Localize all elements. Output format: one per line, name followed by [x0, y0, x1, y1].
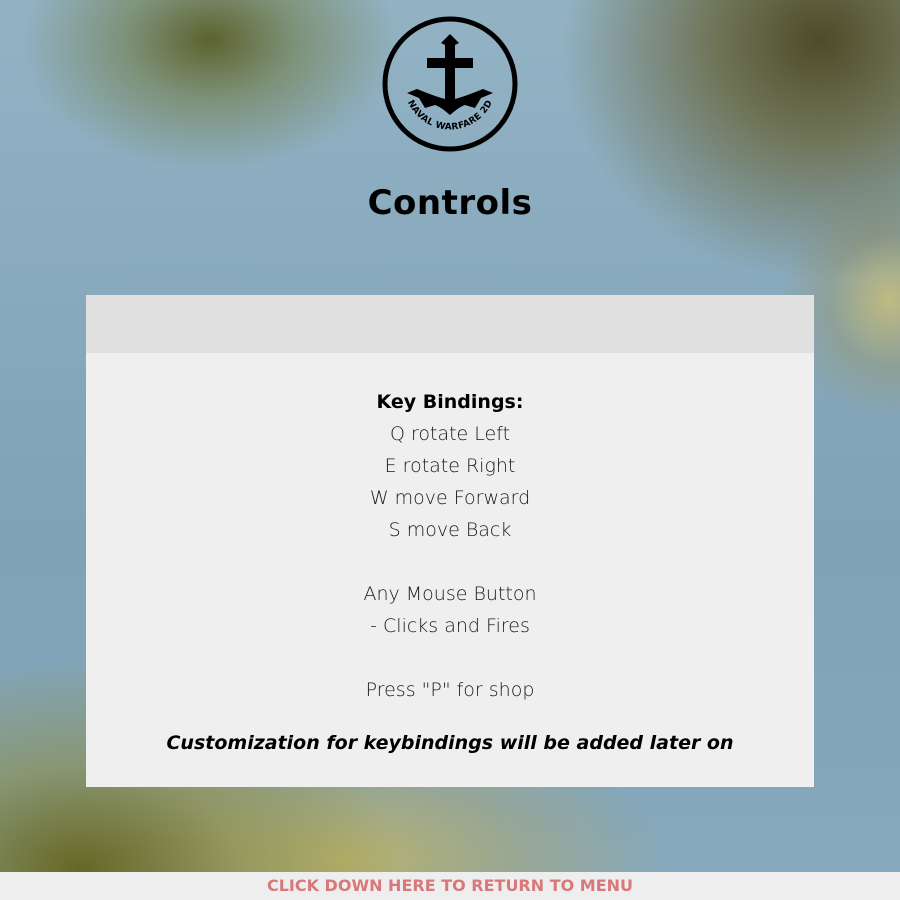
game-logo: NAVAL WARFARE 2D [381, 15, 519, 153]
controls-panel: Key Bindings: Q rotate Left E rotate Rig… [86, 295, 814, 787]
page-title: Controls [367, 183, 533, 223]
anchor-icon: NAVAL WARFARE 2D [382, 16, 518, 152]
binding-move-back: S move Back [388, 519, 512, 541]
mouse-binding-action: - Clicks and Fires [370, 615, 530, 637]
customization-note: Customization for keybindings will be ad… [166, 732, 734, 754]
key-bindings-heading: Key Bindings: [376, 391, 524, 413]
mouse-binding-label: Any Mouse Button [363, 583, 537, 605]
panel-body: Key Bindings: Q rotate Left E rotate Rig… [86, 353, 814, 759]
binding-rotate-left: Q rotate Left [389, 423, 511, 445]
binding-move-forward: W move Forward [369, 487, 531, 509]
binding-rotate-right: E rotate Right [384, 455, 516, 477]
panel-header [86, 295, 814, 353]
return-to-menu-button[interactable]: CLICK DOWN HERE TO RETURN TO MENU [0, 872, 900, 900]
shop-binding: Press "P" for shop [365, 679, 535, 701]
